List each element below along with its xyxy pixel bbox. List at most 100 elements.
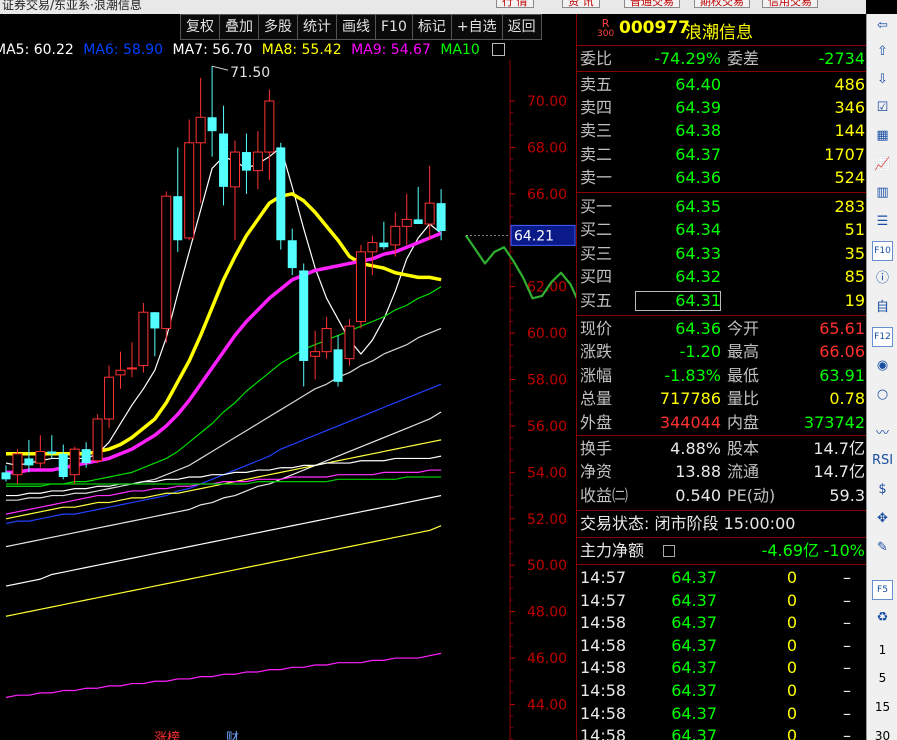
fund-label: PE(动) (727, 485, 776, 505)
credit-trade-button[interactable]: 信用交易 (762, 0, 818, 8)
rsi-icon[interactable]: RSI (872, 451, 893, 471)
fund-label: 收益㈡ (580, 485, 629, 505)
period-15[interactable]: 15 (872, 697, 893, 717)
ma-line-ma20 (5, 652, 442, 699)
tick-price: 64.37 (671, 726, 717, 740)
tick-volume: 0 (786, 703, 797, 723)
stat-label: 最低 (727, 365, 760, 385)
grid-icon[interactable]: ▦ (872, 126, 893, 146)
bid-volume: 19 (844, 290, 865, 310)
candle-body-up (401, 218, 412, 227)
tick-price: 64.37 (671, 590, 717, 610)
indicator-options-icon[interactable] (492, 43, 505, 56)
ask-label: 卖三 (580, 121, 613, 141)
stat-value: 0.78 (829, 389, 865, 409)
candle-body-up (321, 327, 332, 353)
back-button[interactable]: 返回 (502, 14, 542, 40)
f12-icon[interactable]: F12 (872, 327, 893, 347)
market-button[interactable]: 行 情 (496, 0, 534, 8)
tick-row: 14:58 64.37 0 – (577, 725, 867, 740)
circle-icon[interactable]: ○ (872, 385, 893, 405)
adjust-button[interactable]: 复权 (180, 14, 220, 40)
trade-status: 交易状态: 闭市阶段 15:00:00 (580, 514, 796, 533)
info-icon[interactable]: ⓘ (872, 269, 893, 289)
tick-price: 64.37 (671, 613, 717, 633)
y-tick-label: 44.00 (527, 697, 567, 713)
f10-icon[interactable]: F10 (872, 241, 893, 261)
wave-icon[interactable]: 〰 (872, 424, 893, 444)
bid-price: 64.34 (675, 220, 721, 240)
candle-icon[interactable]: ▥ (872, 183, 893, 203)
bid-label: 买四 (580, 267, 613, 287)
news-button[interactable]: 资 讯 (562, 0, 600, 8)
checklist-icon[interactable]: ☑ (872, 98, 893, 118)
y-tick-label: 60.00 (527, 326, 567, 342)
finance-mark: 财 (226, 731, 240, 740)
f5-icon[interactable]: F5 (872, 580, 893, 600)
draw-line-button[interactable]: 画线 (337, 14, 376, 40)
period-1[interactable]: 1 (872, 640, 893, 660)
bid-row: 买三 64.33 35 (577, 243, 867, 265)
chart-toolbar: 复权 叠加 多股 统计 画线 F10 标记 +自选 返回 (180, 14, 542, 40)
ask-price: 64.38 (675, 121, 721, 141)
arrow-up-icon[interactable]: ⇧ (872, 42, 893, 62)
period-5[interactable]: 5 (872, 668, 893, 688)
overlay-button[interactable]: 叠加 (220, 14, 259, 40)
stat-value: 63.91 (819, 365, 865, 385)
multi-stock-button[interactable]: 多股 (259, 14, 298, 40)
stat-label: 现价 (580, 319, 613, 338)
option-trade-button[interactable]: 期权交易 (694, 0, 750, 8)
mark-button[interactable]: 标记 (412, 14, 452, 40)
limit-up-mark: 涨榜 (154, 731, 181, 740)
line-chart-icon[interactable]: 📈 (872, 155, 893, 175)
stock-header: R 300 000977 浪潮信息 (577, 14, 867, 46)
period-30[interactable]: 30 (872, 726, 893, 740)
main-flow-detail-icon[interactable] (663, 545, 675, 557)
dollar-icon[interactable]: $ (872, 480, 893, 500)
y-tick-label: 46.00 (527, 651, 567, 667)
candle-body-down (47, 451, 57, 454)
tick-price: 64.37 (671, 635, 717, 655)
stat-row: 总量 717786 量比 0.78 (577, 388, 867, 410)
candle-body-up (115, 369, 126, 376)
ask-label: 卖一 (580, 167, 613, 187)
bid-row: 买四 64.32 85 (577, 266, 867, 288)
stat-row: 现价 64.36 今开 65.61 (577, 318, 867, 340)
main-flow-label: 主力净额 (580, 541, 645, 560)
tick-flag: – (843, 613, 851, 633)
move-icon[interactable]: ✥ (872, 509, 893, 529)
candle-body-down (150, 312, 160, 329)
stat-value: -1.83% (664, 365, 721, 385)
candle-body-down (207, 117, 217, 132)
stat-row: 涨幅 -1.83% 最低 63.91 (577, 365, 867, 387)
f10-button[interactable]: F10 (376, 14, 413, 40)
bid-row: 买五 64.31 19 (577, 290, 867, 312)
bid-label: 买五 (580, 290, 613, 310)
arrow-left-icon[interactable]: ⇦ (872, 16, 893, 36)
candle-body-up (126, 367, 137, 370)
list-icon[interactable]: ☰ (872, 212, 893, 232)
tick-flag: – (843, 726, 851, 740)
chart-view-icon[interactable]: ◉ (872, 356, 893, 376)
window-title-bar: 证券交易/东亚系·浪潮信息 行 情 资 讯 普通交易 期权交易 信用交易 (0, 0, 866, 14)
arrow-down-icon[interactable]: ⇩ (872, 70, 893, 90)
kline-chart[interactable]: 70.0068.0066.0064.0062.0060.0058.0056.00… (0, 60, 576, 740)
normal-trade-button[interactable]: 普通交易 (624, 0, 680, 8)
statistics-button[interactable]: 统计 (298, 14, 337, 40)
bid-volume: 283 (834, 197, 865, 216)
self-select-icon[interactable]: 自 (872, 298, 893, 318)
weibi-value: -74.29% (654, 49, 721, 68)
fund-value: 59.3 (829, 485, 865, 505)
add-watchlist-button[interactable]: +自选 (451, 14, 503, 40)
weicha-value: -2734 (818, 49, 866, 68)
ask-row: 卖一 64.36 524 (577, 167, 867, 189)
stat-label: 外盘 (580, 412, 613, 432)
tick-time: 14:58 (580, 726, 627, 740)
tick-row: 14:58 64.37 0 – (577, 680, 867, 702)
pencil-icon[interactable]: ✎ (872, 538, 893, 558)
candle-body-up (35, 450, 46, 464)
refresh-icon[interactable]: ♻ (872, 608, 893, 628)
ask-label: 卖四 (580, 98, 613, 118)
candle-body-up (92, 418, 103, 462)
stock-name: 浪潮信息 (685, 23, 753, 43)
